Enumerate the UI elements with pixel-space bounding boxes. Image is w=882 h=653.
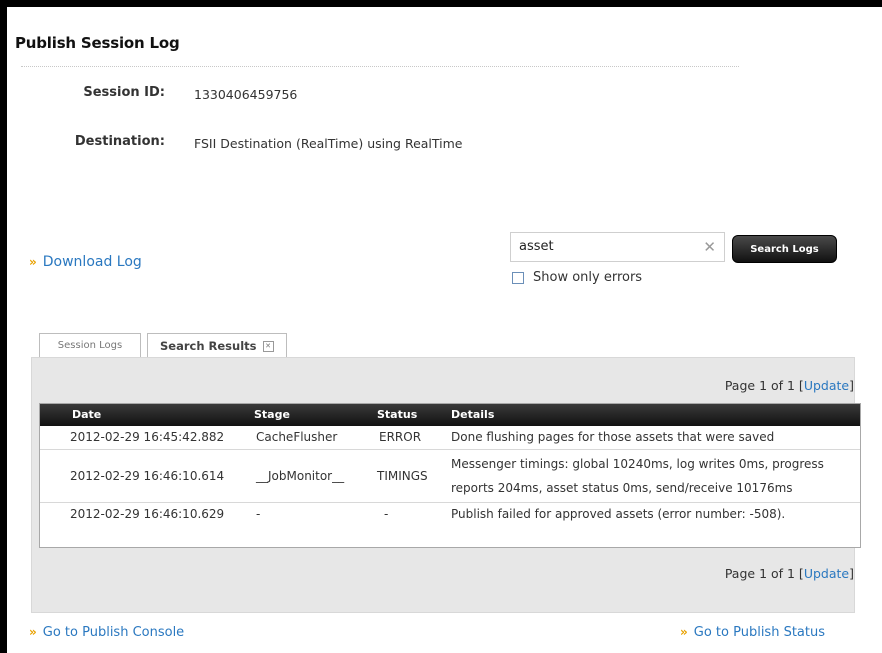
table-row: 2012-02-29 16:46:10.629 - - Publish fail… [40, 502, 860, 525]
publish-session-log-page: Publish Session Log Session ID: 13304064… [7, 7, 882, 653]
raquo-arrow-icon: » [29, 255, 37, 269]
clear-search-icon[interactable]: ✕ [703, 238, 716, 256]
raquo-arrow-icon: » [29, 625, 37, 639]
tab-search-results-label: Search Results [160, 339, 257, 353]
go-to-publish-console-label: Go to Publish Console [42, 625, 185, 640]
column-stage: Stage [254, 408, 290, 421]
row-stage: __JobMonitor__ [256, 469, 345, 483]
show-only-errors-label: Show only errors [533, 270, 643, 285]
row-details-line-1: Messenger timings: global 10240ms, log w… [451, 457, 824, 471]
row-stage: CacheFlusher [256, 430, 338, 444]
row-details: Done flushing pages for those assets tha… [451, 430, 775, 444]
go-to-publish-status-label: Go to Publish Status [693, 625, 826, 640]
pager-bottom: Page 1 of 1 [Update] [725, 566, 854, 581]
row-status: ERROR [379, 430, 422, 444]
pager-close-bracket: ] [849, 378, 854, 393]
row-status: TIMINGS [377, 469, 428, 483]
row-date: 2012-02-29 16:45:42.882 [70, 430, 225, 444]
session-id-value: 1330406459756 [194, 87, 298, 102]
pager-text: Page 1 of 1 [ [724, 566, 804, 581]
row-date: 2012-02-29 16:46:10.614 [70, 469, 225, 483]
go-to-publish-status-link[interactable]: » Go to Publish Status [680, 625, 825, 640]
update-link[interactable]: Update [804, 378, 849, 393]
pager-close-bracket: ] [849, 566, 854, 581]
raquo-arrow-icon: » [680, 625, 688, 639]
row-stage: - [256, 507, 261, 521]
show-only-errors-option[interactable]: Show only errors [512, 270, 642, 285]
column-status: Status [377, 408, 418, 421]
download-log-link[interactable]: » Download Log [29, 254, 142, 270]
table-header: Date Stage Status Details [40, 404, 860, 426]
row-details: Publish failed for approved assets (erro… [451, 507, 786, 521]
column-details: Details [451, 408, 495, 421]
session-id-label: Session ID: [83, 85, 165, 100]
destination-value: FSII Destination (RealTime) using RealTi… [194, 136, 463, 151]
update-link[interactable]: Update [804, 566, 849, 581]
row-details-line-2: reports 204ms, asset status 0ms, send/re… [451, 481, 793, 495]
tab-search-results[interactable]: Search Results ✕ [147, 333, 287, 357]
page-title: Publish Session Log [15, 34, 180, 52]
search-logs-field[interactable]: ✕ [510, 232, 725, 262]
pager-text: Page 1 of 1 [ [724, 378, 804, 393]
table-row: 2012-02-29 16:46:10.614 __JobMonitor__ T… [40, 449, 860, 502]
search-results-panel: Page 1 of 1 [Update] Date Stage Status D… [31, 357, 861, 613]
title-divider [21, 66, 739, 67]
search-input[interactable] [519, 239, 689, 254]
table-row: 2012-02-29 16:45:42.882 CacheFlusher ERR… [40, 426, 860, 448]
show-only-errors-checkbox[interactable] [512, 271, 524, 284]
destination-label: Destination: [74, 134, 165, 149]
download-log-label: Download Log [42, 254, 142, 270]
column-date: Date [72, 408, 102, 421]
row-status: - [384, 507, 389, 521]
log-table: Date Stage Status Details 2012-02-29 16:… [39, 403, 861, 548]
close-tab-icon[interactable]: ✕ [262, 341, 274, 352]
search-logs-button[interactable]: Search Logs [732, 235, 837, 263]
tab-session-logs[interactable]: Session Logs [39, 333, 141, 357]
pager-top: Page 1 of 1 [Update] [725, 378, 854, 393]
go-to-publish-console-link[interactable]: » Go to Publish Console [29, 625, 184, 640]
row-date: 2012-02-29 16:46:10.629 [70, 507, 225, 521]
